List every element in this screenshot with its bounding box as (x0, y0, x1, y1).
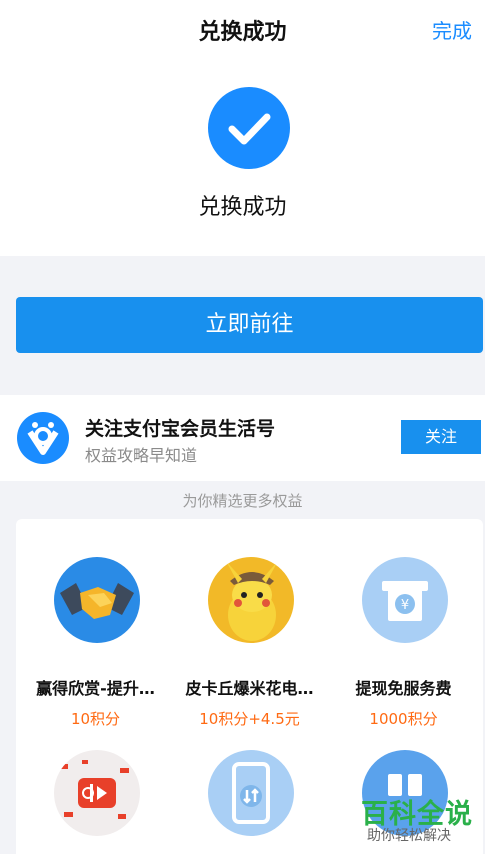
success-message: 兑换成功 (198, 195, 287, 220)
svg-text:¥: ¥ (401, 598, 409, 613)
follow-title: 关注支付宝会员生活号 (85, 418, 276, 440)
go-now-button[interactable]: 立即前往 (16, 297, 483, 353)
top-bar: 兑换成功 完成 (0, 0, 485, 60)
watermark-subtitle: 助你轻松解决 (367, 828, 451, 844)
success-check-icon (208, 87, 290, 169)
follow-button[interactable]: 关注 (401, 420, 481, 454)
follow-subtitle: 权益攻略早知道 (85, 446, 198, 465)
recommend-item-price: 1000积分 (369, 710, 438, 728)
page-title: 兑换成功 (198, 20, 287, 45)
video-app-icon (54, 750, 140, 836)
recommend-item-price: 10积分 (70, 710, 121, 728)
recommend-item-name: 提现免服务费 (355, 679, 452, 698)
site-watermark: 百科全说 助你轻松解决 (355, 790, 485, 854)
success-panel: 兑换成功 (0, 60, 485, 256)
done-button[interactable]: 完成 (432, 15, 472, 44)
phone-transfer-icon (208, 750, 294, 836)
recommend-section-title: 为你精选更多权益 (182, 492, 303, 510)
membership-logo-icon (17, 412, 69, 464)
atm-yuan-icon: ¥ (362, 557, 448, 643)
recommend-item-name: 皮卡丘爆米花电… (185, 679, 314, 698)
follow-life-account-row: 关注支付宝会员生活号 权益攻略早知道 关注 (0, 395, 485, 481)
handshake-icon (54, 557, 140, 643)
recommend-item-name: 赢得欣赏-提升… (36, 679, 155, 698)
recommend-item-price: 10积分+4.5元 (199, 710, 300, 728)
pikachu-icon (208, 557, 294, 643)
